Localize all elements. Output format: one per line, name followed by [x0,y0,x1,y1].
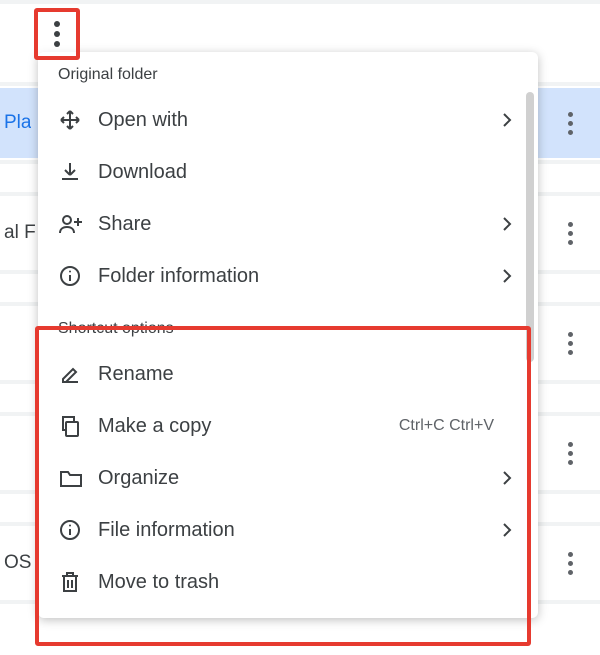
menu-item-label: Rename [98,363,502,386]
organize-icon [58,466,98,490]
menu-item-label: Folder information [98,265,502,288]
row-more-button[interactable] [558,107,582,139]
info-icon [58,264,98,288]
row-more-button[interactable] [558,437,582,469]
rename-icon [58,362,98,386]
menu-item-shortcut: Ctrl+C Ctrl+V [399,417,494,435]
menu-scrollbar[interactable] [526,92,534,362]
menu-section-shortcut-options: Shortcut options [38,302,538,348]
row-more-button[interactable] [558,327,582,359]
vertical-dots-icon [54,21,60,47]
menu-item-move-to-trash[interactable]: Move to trash [38,556,538,608]
download-icon [58,160,98,184]
info-icon [58,518,98,542]
menu-item-file-information[interactable]: File information [38,504,538,556]
menu-item-organize[interactable]: Organize [38,452,538,504]
menu-item-rename[interactable]: Rename [38,348,538,400]
row-more-button[interactable] [558,547,582,579]
share-icon [58,212,98,236]
file-row-label: al F [4,222,36,244]
menu-item-label: Make a copy [98,415,399,438]
file-row-label: Pla [4,112,31,134]
menu-item-label: Open with [98,109,502,132]
file-row-label: OS [4,552,31,574]
row-more-button[interactable] [558,217,582,249]
vertical-dots-icon [568,112,573,135]
chevron-right-icon [502,268,518,284]
menu-item-label: File information [98,519,502,542]
menu-item-download[interactable]: Download [38,146,538,198]
chevron-right-icon [502,470,518,486]
menu-item-make-a-copy[interactable]: Make a copyCtrl+C Ctrl+V [38,400,538,452]
context-menu: Original folder Open with Download Share Fo… [38,52,538,618]
vertical-dots-icon [568,552,573,575]
chevron-right-icon [502,216,518,232]
move-icon [58,108,98,132]
vertical-dots-icon [568,332,573,355]
menu-item-label: Download [98,161,502,184]
copy-icon [58,414,98,438]
row-divider [0,0,600,4]
vertical-dots-icon [568,442,573,465]
chevron-right-icon [502,112,518,128]
vertical-dots-icon [568,222,573,245]
menu-section-original-folder: Original folder [38,52,538,94]
menu-item-label: Organize [98,467,502,490]
trash-icon [58,570,98,594]
menu-item-folder-information[interactable]: Folder information [38,250,538,302]
chevron-right-icon [502,522,518,538]
menu-item-share[interactable]: Share [38,198,538,250]
more-options-button[interactable] [34,8,80,60]
menu-item-label: Move to trash [98,571,502,594]
menu-item-label: Share [98,213,502,236]
menu-item-open-with[interactable]: Open with [38,94,538,146]
